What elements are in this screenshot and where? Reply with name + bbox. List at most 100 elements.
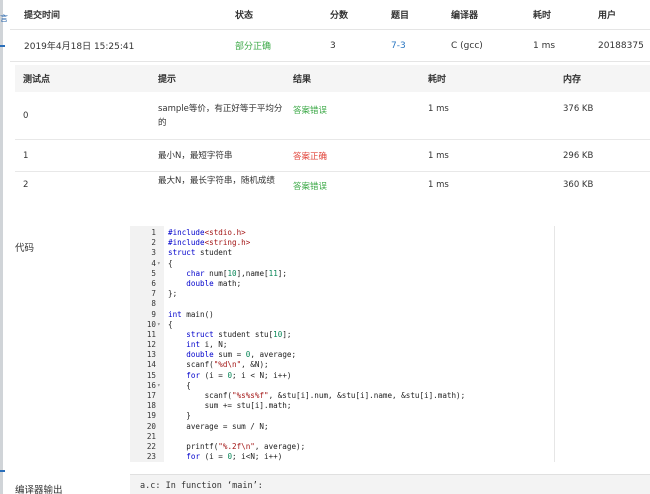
- left-edge-bar: [0, 0, 3, 494]
- testcase-hint: sample等价，有正好等于平均分的: [158, 103, 283, 128]
- code-lines: 1 #include<stdio.h> 2 #include<string.h> 3 st…: [130, 228, 554, 462]
- line-number: 11: [146, 329, 156, 339]
- code-line: 6 double math;: [130, 278, 554, 289]
- code-viewer[interactable]: 1 #include<stdio.h> 2 #include<string.h> 3 st…: [130, 226, 555, 462]
- line-source: printf("%.2f\n", average);: [168, 441, 306, 451]
- line-number: 10: [146, 319, 156, 329]
- compiler-output-box: a.c: In function ‘main’:: [130, 474, 650, 494]
- code-line: 16 ▾ {: [130, 380, 554, 391]
- code-line: 3 struct student: [130, 248, 554, 258]
- code-section-label: 代码: [15, 243, 35, 254]
- line-source: sum += stu[i].math;: [168, 401, 292, 411]
- line-number: 15: [146, 370, 156, 380]
- testcase-memory: 296 KB: [563, 150, 594, 161]
- testcase-result: 答案错误: [293, 182, 328, 192]
- compiler-value: C (gcc): [451, 40, 483, 51]
- line-source: scanf("%s%s%f", &stu[i].num, &stu[i].nam…: [168, 391, 466, 400]
- edge-marker-icon: [0, 45, 5, 47]
- code-line: 15 for (i = 0; i < N; i++): [130, 370, 554, 381]
- header-compiler: 编译器: [451, 11, 479, 21]
- header-submit-time: 提交时间: [24, 11, 61, 21]
- testcase-result: 答案错误: [293, 106, 328, 116]
- testcase-hint: 最大N，最长字符串，随机成绩: [158, 176, 275, 186]
- line-source: #include<string.h>: [168, 238, 251, 248]
- line-number: 20: [146, 421, 156, 431]
- elapsed-value: 1 ms: [533, 40, 556, 51]
- line-number: 6: [151, 278, 156, 288]
- user-value: 20188375: [598, 40, 644, 51]
- code-line: 9 int main(): [130, 309, 554, 320]
- line-source: struct student stu[10];: [186, 329, 292, 339]
- line-source: }: [168, 411, 191, 421]
- line-source: scanf("%d\n", &N);: [168, 360, 269, 370]
- fold-arrow-icon[interactable]: ▾: [157, 320, 164, 330]
- line-number: 13: [146, 350, 156, 360]
- header-score: 分数: [330, 11, 349, 21]
- header-hint: 提示: [158, 75, 177, 85]
- header-user: 用户: [598, 11, 617, 21]
- line-source: {: [168, 319, 173, 329]
- code-line: 5 char num[10],name[11];: [130, 268, 554, 279]
- code-line: 20 average = sum / N;: [130, 421, 554, 432]
- code-line: 7};: [130, 289, 554, 299]
- edge-glyph-icon: 言: [0, 14, 8, 23]
- header-elapsed: 耗时: [533, 11, 552, 21]
- line-number: 5: [151, 268, 156, 278]
- line-source: int i, N;: [186, 340, 228, 350]
- line-source: {: [168, 258, 173, 268]
- code-line: 23 for (i = 0; i<N; i++): [130, 452, 554, 462]
- code-line: 14 scanf("%d\n", &N);: [130, 360, 554, 370]
- testcase-id: 2: [23, 180, 29, 190]
- fold-arrow-icon[interactable]: ▾: [157, 259, 164, 269]
- line-number: 14: [146, 360, 156, 370]
- testcase-time: 1 ms: [428, 150, 449, 161]
- line-source: average = sum / N;: [168, 421, 269, 431]
- submission-table-header: 提交时间 状态 分数 题目 编译器 耗时 用户: [10, 0, 650, 30]
- testcase-id: 1: [23, 150, 29, 161]
- testcase-time: 1 ms: [428, 104, 449, 114]
- line-source: };: [168, 289, 178, 299]
- code-line: 1 #include<stdio.h>: [130, 228, 554, 238]
- code-line: 18 sum += stu[i].math;: [130, 401, 554, 411]
- status-badge: 部分正确: [235, 42, 272, 52]
- line-number: 8: [151, 299, 156, 309]
- score-value: 3: [330, 40, 336, 51]
- line-number: 12: [146, 340, 156, 350]
- testcase-memory: 376 KB: [563, 104, 594, 114]
- line-number: 22: [146, 441, 156, 451]
- submission-row: 2019年4月18日 15:25:41 部分正确 3 7-3 C (gcc) 1…: [10, 30, 650, 62]
- code-line: 2 #include<string.h>: [130, 238, 554, 248]
- fold-arrow-icon[interactable]: ▾: [157, 381, 164, 391]
- line-source: double sum = 0, average;: [186, 350, 297, 360]
- problem-link[interactable]: 7-3: [391, 30, 406, 61]
- testcase-row: 0 sample等价，有正好等于平均分的 答案错误 1 ms 376 KB: [15, 92, 650, 140]
- line-number: 21: [146, 431, 156, 441]
- testcase-row: 2 最大N，最长字符串，随机成绩 答案错误 1 ms 360 KB: [15, 172, 650, 212]
- compiler-output-label: 编译器输出: [15, 485, 63, 494]
- testcase-time: 1 ms: [428, 180, 449, 190]
- code-line: 8: [130, 299, 554, 309]
- line-source: #include<stdio.h>: [168, 228, 246, 237]
- code-line: 17 scanf("%s%s%f", &stu[i].num, &stu[i].…: [130, 391, 554, 401]
- line-number: 16: [146, 380, 156, 390]
- code-line: 21: [130, 431, 554, 442]
- code-line: 19 }: [130, 411, 554, 421]
- testcase-id: 0: [23, 110, 29, 121]
- code-line: 22 printf("%.2f\n", average);: [130, 441, 554, 452]
- line-number: 7: [151, 289, 156, 299]
- line-number: 9: [151, 309, 156, 319]
- line-number: 23: [146, 452, 156, 462]
- line-source: char num[10],name[11];: [186, 268, 287, 278]
- line-source: {: [168, 380, 191, 390]
- code-line: 10 ▾ {: [130, 319, 554, 330]
- edge-marker-icon: [0, 470, 5, 472]
- line-source: int main(): [168, 309, 214, 319]
- testcase-memory: 360 KB: [563, 180, 594, 190]
- line-source: double math;: [186, 278, 242, 288]
- submit-time: 2019年4月18日 15:25:41: [24, 42, 135, 52]
- line-number: 3: [151, 248, 156, 258]
- code-line: 11 struct student stu[10];: [130, 329, 554, 340]
- code-line: 13 double sum = 0, average;: [130, 350, 554, 360]
- line-number: 4: [151, 258, 156, 268]
- code-line: 4 ▾ {: [130, 258, 554, 269]
